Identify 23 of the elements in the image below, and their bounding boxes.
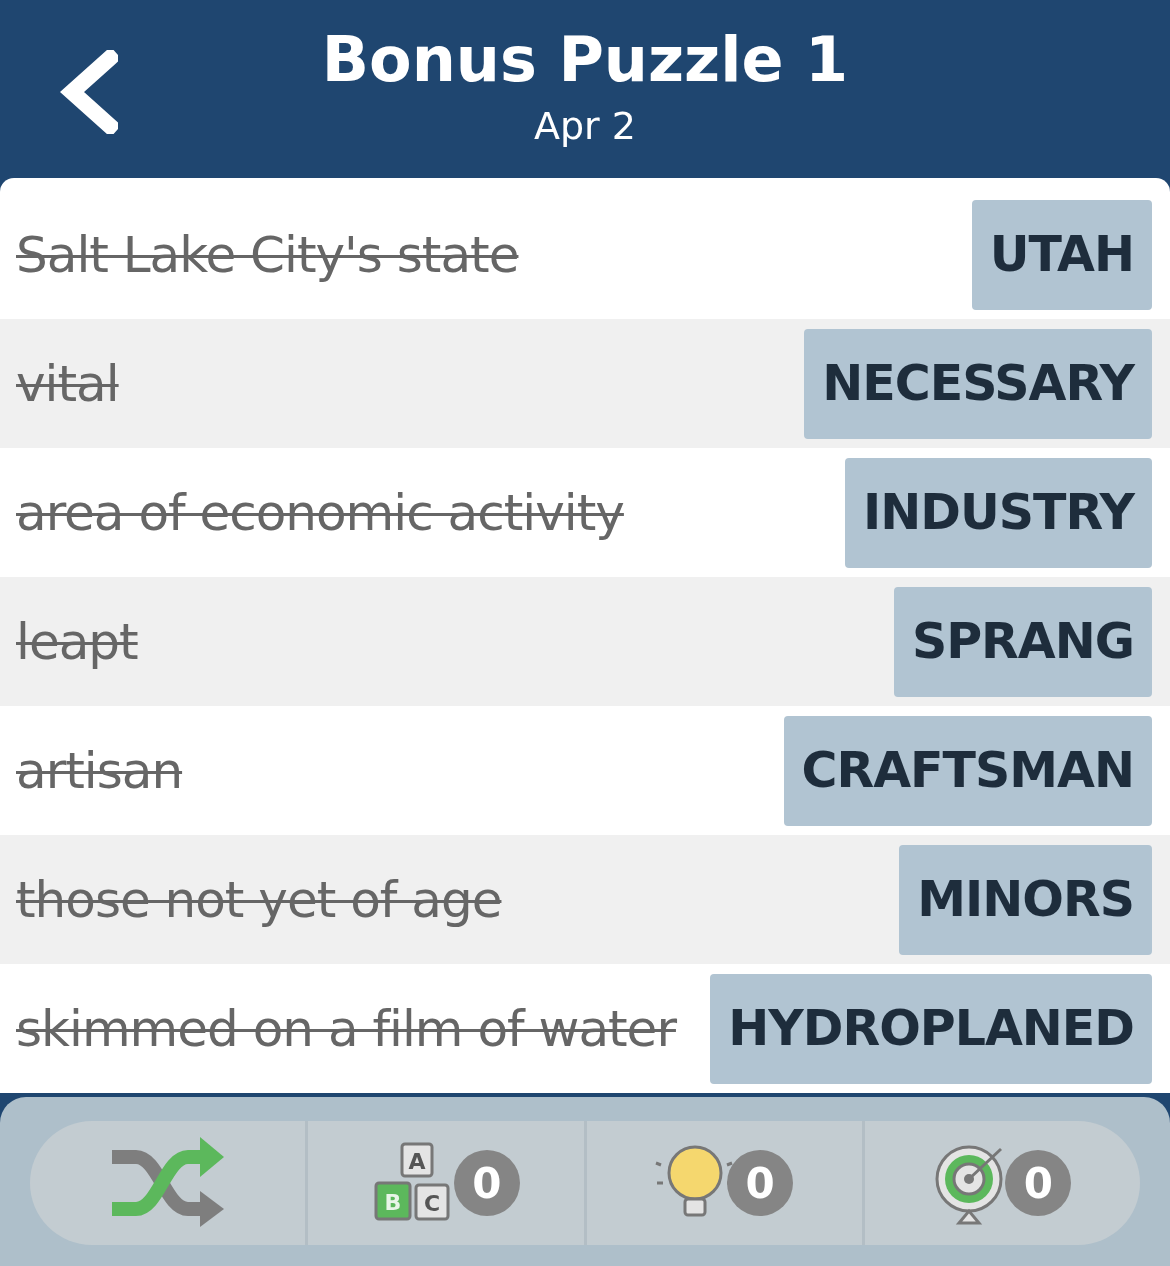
count-badge: 0 [727,1150,794,1216]
clue-text: vital [16,354,119,413]
answer-tile: CRAFTSMAN [783,715,1152,826]
clue-text: area of economic activity [16,483,624,542]
answer-tile: HYDROPLANED [710,973,1152,1084]
tool-button[interactable]: 0 [583,1121,862,1245]
answer-tile: MINORS [899,844,1152,955]
clue-text: skimmed on a film of water [16,999,676,1058]
answer-tile: INDUSTRY [845,457,1152,568]
puzzle-title: Bonus Puzzle 1 [321,24,849,96]
count-badge: 0 [453,1150,520,1216]
clue-text: those not yet of age [16,870,502,929]
tool-button[interactable]: A B C 0 [305,1121,584,1245]
clue-text: artisan [16,741,183,800]
tool-button[interactable]: 0 [861,1121,1140,1245]
answer-tile: UTAH [971,199,1152,310]
answer-tile: NECESSARY [804,328,1152,439]
clue-text: Salt Lake City's state [16,225,519,284]
answer-tile: SPRANG [893,586,1152,697]
back-icon[interactable] [60,50,118,134]
count-badge: 0 [1005,1150,1072,1216]
puzzle-date: Apr 2 [534,103,636,150]
clue-text: leapt [16,612,138,671]
